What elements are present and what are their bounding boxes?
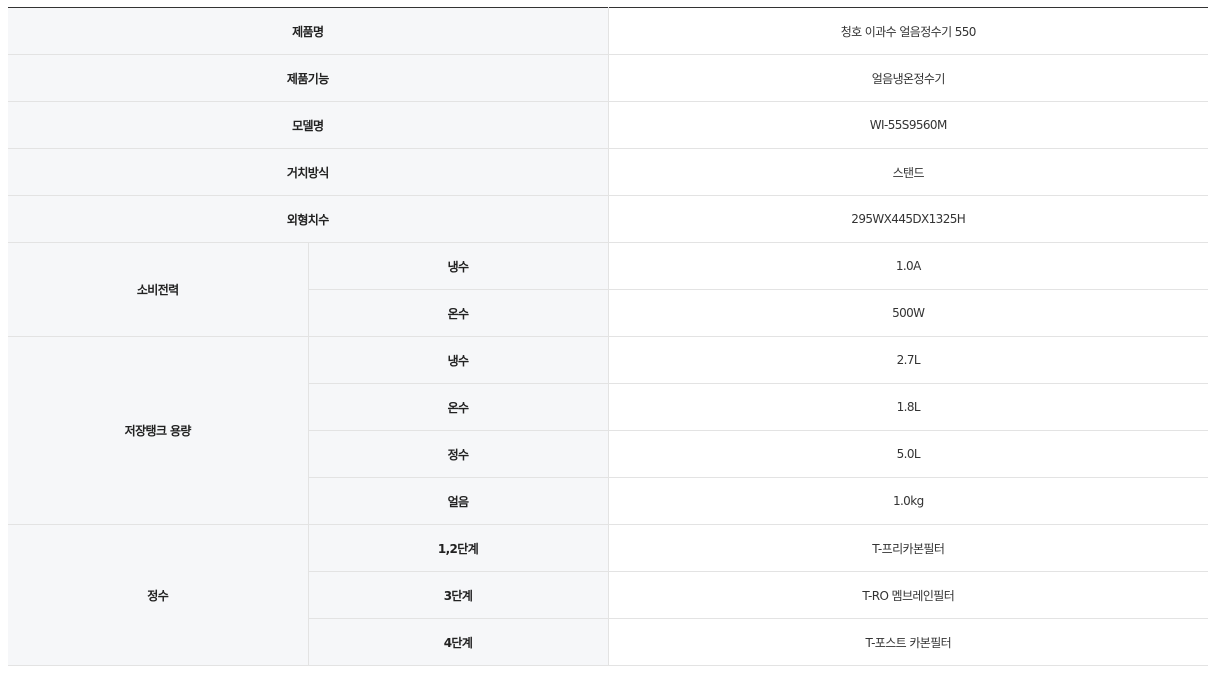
sub-label-power-cold: 냉수 (307, 242, 609, 290)
value-filter-stage-4: T-포스트 카본필터 (607, 618, 1209, 666)
row-label-product-name: 제품명 (8, 7, 609, 55)
table-row: 거치방식 스탠드 (8, 148, 1209, 196)
row-value-product-function: 얼음냉온정수기 (607, 54, 1209, 102)
row-value-mounting-type: 스탠드 (607, 148, 1209, 196)
value-tank-purified: 5.0L (607, 430, 1209, 478)
row-value-dimensions: 295WX445DX1325H (607, 195, 1209, 243)
value-tank-cold: 2.7L (607, 336, 1209, 384)
value-tank-hot: 1.8L (607, 383, 1209, 431)
group-label-tank-capacity: 저장탱크 용량 (8, 336, 308, 525)
sub-label-tank-ice: 얼음 (307, 477, 609, 525)
row-value-model-name: WI-55S9560M (607, 101, 1209, 149)
table-row: 제품명 청호 이과수 얼음정수기 550 (8, 7, 1209, 55)
value-power-hot: 500W (607, 289, 1209, 337)
sub-label-tank-cold: 냉수 (307, 336, 609, 384)
sub-label-filter-stage-3: 3단계 (307, 571, 609, 619)
sub-label-tank-hot: 온수 (307, 383, 609, 431)
sub-label-filter-stage-4: 4단계 (307, 618, 609, 666)
group-label-power: 소비전력 (8, 242, 308, 337)
table-row: 모델명 WI-55S9560M (8, 101, 1209, 149)
value-filter-stage-1-2: T-프리카본필터 (607, 524, 1209, 572)
spec-table-container: 제품명 청호 이과수 얼음정수기 550 제품기능 얼음냉온정수기 모델명 WI… (8, 7, 1209, 666)
row-label-dimensions: 외형치수 (8, 195, 609, 243)
table-row: 저장탱크 용량 냉수 2.7L (8, 336, 1209, 525)
row-label-product-function: 제품기능 (8, 54, 609, 102)
value-filter-stage-3: T-RO 멤브레인필터 (607, 571, 1209, 619)
sub-label-filter-stage-1-2: 1,2단계 (307, 524, 609, 572)
row-label-model-name: 모델명 (8, 101, 609, 149)
sub-label-tank-purified: 정수 (307, 430, 609, 478)
value-power-cold: 1.0A (607, 242, 1209, 290)
row-label-mounting-type: 거치방식 (8, 148, 609, 196)
table-row: 외형치수 295WX445DX1325H (8, 195, 1209, 243)
table-row: 정수 1,2단계 T-프리카본필터 (8, 524, 1209, 666)
table-row: 소비전력 냉수 1.0A (8, 242, 1209, 337)
row-value-product-name: 청호 이과수 얼음정수기 550 (607, 7, 1209, 55)
value-tank-ice: 1.0kg (607, 477, 1209, 525)
table-row: 제품기능 얼음냉온정수기 (8, 54, 1209, 102)
product-spec-table: 제품명 청호 이과수 얼음정수기 550 제품기능 얼음냉온정수기 모델명 WI… (8, 7, 1209, 666)
sub-label-power-hot: 온수 (307, 289, 609, 337)
group-label-filtration: 정수 (8, 524, 308, 666)
